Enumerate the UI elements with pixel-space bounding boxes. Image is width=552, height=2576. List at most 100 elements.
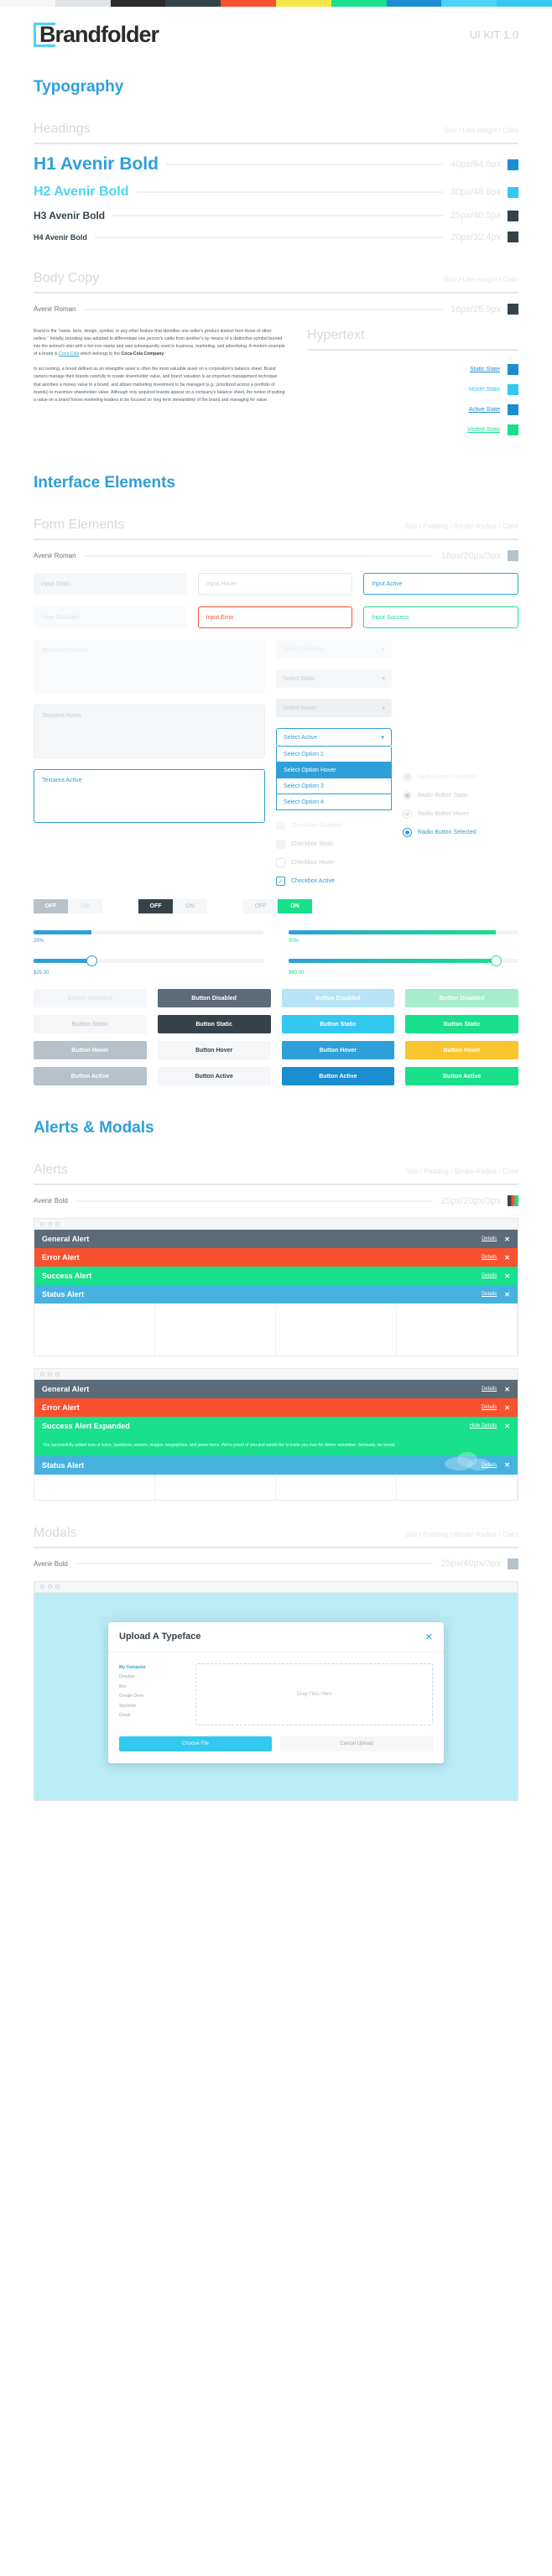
- link-state-label[interactable]: Active State: [469, 407, 500, 413]
- checkbox-row-hover[interactable]: Checkbox Hover: [276, 858, 392, 867]
- window-dot[interactable]: [40, 1221, 44, 1226]
- source-gmail[interactable]: Gmail: [119, 1711, 185, 1721]
- radio-row-static[interactable]: Radio Button Static: [403, 791, 518, 800]
- window-dot[interactable]: [55, 1371, 60, 1376]
- window-dot[interactable]: [48, 1221, 52, 1226]
- toggle-off[interactable]: OFF ON: [138, 899, 207, 913]
- button-green-static[interactable]: Button Static: [405, 1015, 518, 1033]
- button-gray-active[interactable]: Button Active: [34, 1067, 147, 1085]
- source-my-computer[interactable]: My Computer: [119, 1663, 185, 1673]
- link-state-label[interactable]: Visited State: [467, 427, 500, 433]
- slider-25[interactable]: [34, 955, 263, 966]
- alert-error: Error Alert Details ✕: [34, 1248, 518, 1267]
- subhead-headings: Headings Size / Line-Height / Color: [34, 122, 518, 144]
- toggle-on-label[interactable]: ON: [278, 899, 312, 913]
- select-static[interactable]: Select Static ▾: [276, 669, 392, 688]
- slider-handle[interactable]: [86, 955, 97, 966]
- header: Brandfolder UI KIT 1.0: [0, 7, 552, 48]
- input-success[interactable]: Input Success: [363, 606, 519, 628]
- button-gray-hover[interactable]: Button Hover: [34, 1041, 147, 1059]
- link-state-label[interactable]: Static State: [470, 367, 500, 372]
- radio-row-hover[interactable]: Radio Button Hover: [403, 809, 518, 819]
- source-dropbox[interactable]: Dropbox: [119, 1673, 185, 1683]
- modal-footer: Choose File Cancel Upload: [108, 1736, 444, 1763]
- checkbox-icon[interactable]: [276, 858, 285, 867]
- button-dark-hover[interactable]: Button Hover: [157, 1041, 271, 1059]
- button-gray-static[interactable]: Button Static: [34, 1015, 147, 1033]
- input-active[interactable]: Input Active: [363, 573, 519, 595]
- file-dropzone[interactable]: Drag Files Here: [195, 1663, 433, 1725]
- radio-selected-icon[interactable]: [403, 828, 412, 837]
- window-dot[interactable]: [48, 1371, 52, 1376]
- form-font-label: Avenir Roman: [34, 552, 76, 559]
- select-option-3[interactable]: Select Option 3: [276, 778, 392, 794]
- toggle-off-label[interactable]: OFF: [243, 899, 278, 913]
- cancel-upload-button[interactable]: Cancel Upload: [280, 1736, 433, 1751]
- window-dot[interactable]: [40, 1585, 44, 1589]
- close-icon[interactable]: ✕: [504, 1236, 510, 1243]
- coca-cola-link[interactable]: Coca Cola: [59, 351, 79, 356]
- subhead-form-elements: Form Elements Size / Padding / Border-Ra…: [34, 518, 518, 540]
- alert-details-link[interactable]: Details: [482, 1255, 497, 1260]
- checkbox-icon[interactable]: [276, 840, 285, 849]
- source-google-drive[interactable]: Google Drive: [119, 1692, 185, 1702]
- input-hover[interactable]: Input Hover: [197, 573, 353, 595]
- window-dot[interactable]: [55, 1221, 60, 1226]
- button-green-hover[interactable]: Button Hover: [405, 1041, 518, 1059]
- select-option-hover[interactable]: Select Option Hover: [276, 762, 392, 778]
- upload-modal: Upload A Typeface ✕ My Computer Dropbox …: [108, 1621, 444, 1763]
- textarea-active[interactable]: Textarea Active: [34, 769, 265, 823]
- alert-success: Success Alert Details ✕: [34, 1267, 518, 1285]
- alert-details-link[interactable]: Details: [482, 1273, 497, 1278]
- button-dark-static[interactable]: Button Static: [157, 1015, 271, 1033]
- alert-details-link[interactable]: Details: [482, 1292, 497, 1297]
- progress-fill: [289, 930, 496, 934]
- source-box[interactable]: Box: [119, 1683, 185, 1693]
- toggle-on-label[interactable]: ON: [173, 899, 207, 913]
- radio-row-selected[interactable]: Radio Button Selected: [403, 828, 518, 837]
- input-static[interactable]: Input Static: [34, 573, 187, 595]
- toggle-disabled: OFF ON: [34, 899, 102, 913]
- radio-icon[interactable]: [403, 791, 412, 800]
- link-state-label[interactable]: Hover State: [469, 387, 500, 393]
- input-row-1: Input Static Input Hover Input Active: [34, 573, 519, 595]
- button-dark-active[interactable]: Button Active: [157, 1067, 271, 1085]
- button-blue-static[interactable]: Button Static: [281, 1015, 395, 1033]
- checkbox-checked-icon[interactable]: ✓: [276, 877, 285, 886]
- window-dot[interactable]: [48, 1585, 52, 1589]
- close-icon[interactable]: ✕: [504, 1254, 510, 1262]
- close-icon[interactable]: ✕: [504, 1423, 510, 1430]
- slider-90[interactable]: [289, 955, 518, 966]
- button-green-active[interactable]: Button Active: [405, 1067, 518, 1085]
- close-icon[interactable]: ✕: [504, 1461, 510, 1469]
- subhead-legend: Size / Padding / Stroke-Radius / Color: [405, 1168, 518, 1175]
- window-dot[interactable]: [55, 1585, 60, 1589]
- select-hover[interactable]: Select Hover ▾: [276, 699, 392, 717]
- alert-details-link[interactable]: Details: [482, 1236, 497, 1241]
- slider-handle[interactable]: [490, 955, 502, 966]
- source-skydrive[interactable]: SkyDrive: [119, 1702, 185, 1712]
- select-option-4[interactable]: Select Option 4: [276, 794, 392, 810]
- select-option-1[interactable]: Select Option 1: [276, 747, 392, 762]
- select-active[interactable]: Select Active ▾: [276, 728, 392, 747]
- button-blue-hover[interactable]: Button Hover: [281, 1041, 395, 1059]
- close-icon[interactable]: ✕: [504, 1291, 510, 1298]
- close-icon[interactable]: ✕: [425, 1631, 433, 1642]
- checkbox-row-active[interactable]: ✓ Checkbox Active: [276, 877, 392, 886]
- button-blue-active[interactable]: Button Active: [281, 1067, 395, 1085]
- close-icon[interactable]: ✕: [504, 1272, 510, 1280]
- select-value: Select Disabled: [283, 646, 324, 653]
- close-icon[interactable]: ✕: [504, 1386, 510, 1393]
- input-error[interactable]: Input Error: [197, 606, 353, 628]
- toggle-on[interactable]: OFF ON: [243, 899, 312, 913]
- alert-details-link[interactable]: Details: [482, 1405, 497, 1410]
- radio-icon[interactable]: [403, 809, 412, 819]
- close-icon[interactable]: ✕: [504, 1404, 510, 1412]
- choose-file-button[interactable]: Choose File: [119, 1736, 272, 1751]
- textarea-hover[interactable]: Textarea Hover: [34, 705, 265, 758]
- toggle-off-label[interactable]: OFF: [138, 899, 173, 913]
- alert-hide-details-link[interactable]: Hide Details: [470, 1423, 497, 1429]
- alert-details-link[interactable]: Details: [482, 1387, 497, 1392]
- checkbox-row-static[interactable]: Checkbox Static: [276, 840, 392, 849]
- window-dot[interactable]: [40, 1371, 44, 1376]
